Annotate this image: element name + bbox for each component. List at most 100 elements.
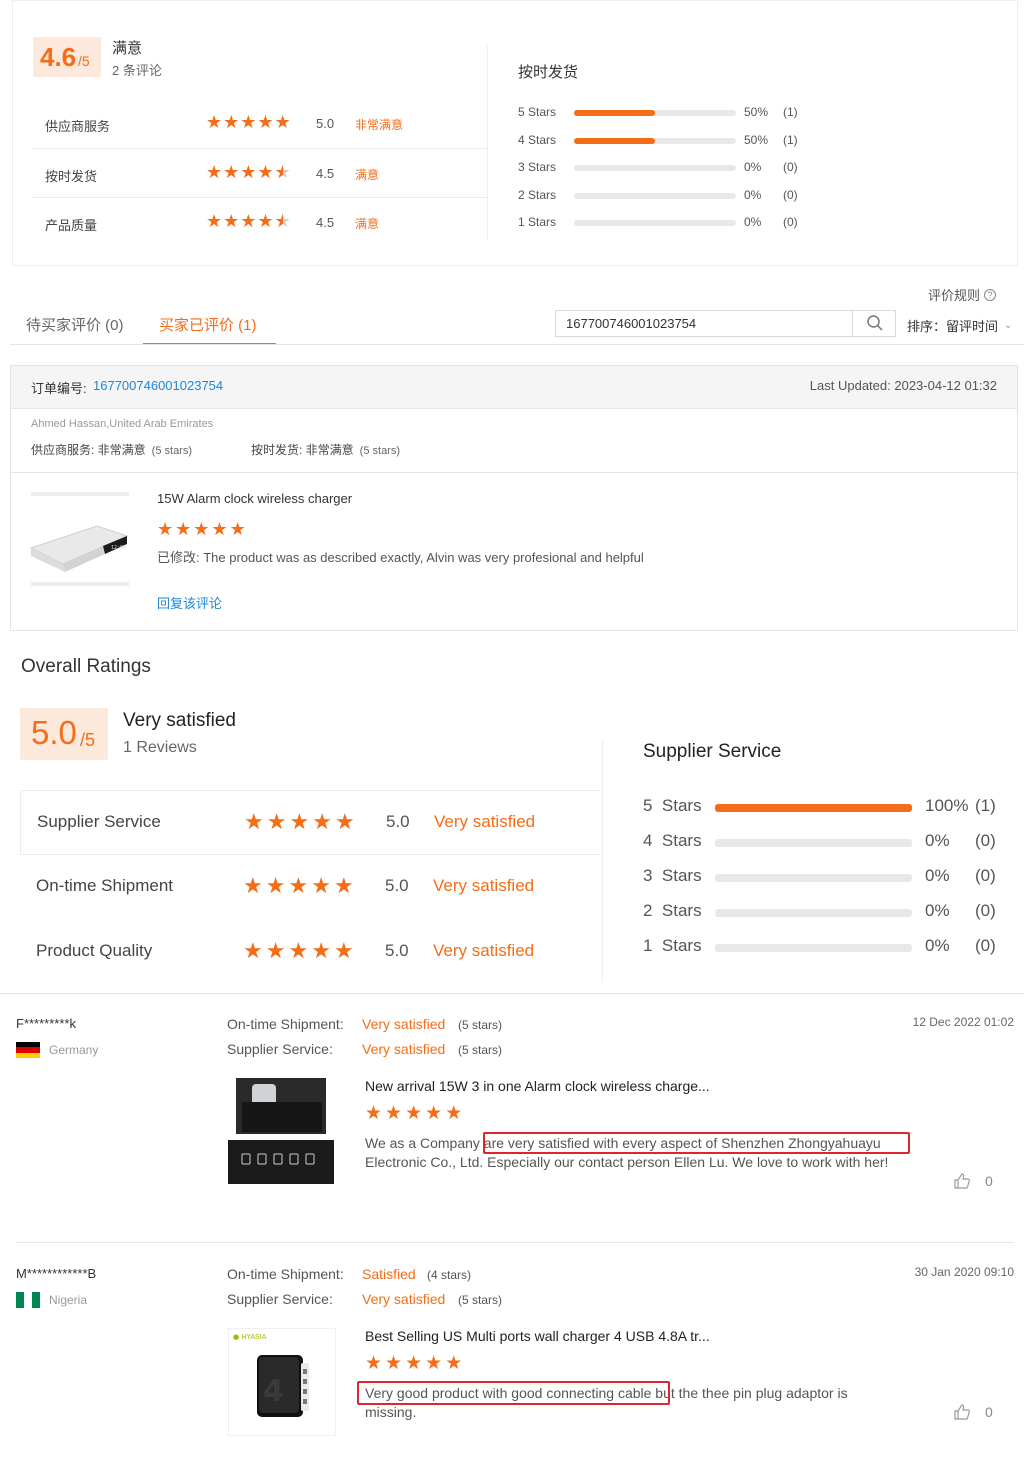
review-text: 已修改: The product was as described exactl… — [157, 550, 644, 565]
distribution-bar — [715, 909, 912, 917]
column-divider — [487, 46, 488, 241]
distribution-count: (1) — [783, 105, 798, 119]
star-icon: ★ — [211, 519, 228, 539]
rating-value: 5.0 — [386, 812, 410, 831]
order-header: 订单编号: 167700746001023754 Last Updated: 2… — [11, 366, 1017, 409]
star-level-label: 5 Stars — [643, 796, 702, 815]
rating-stars: ★ ★ ★ ★ ★ — [206, 163, 291, 181]
sort-dropdown[interactable]: 排序：留评时间 ⌄ — [907, 316, 1012, 335]
distribution-title-en: Supplier Service — [643, 741, 782, 762]
star-icon: ★ — [240, 112, 257, 132]
product-image[interactable] — [228, 1078, 334, 1184]
rating-stars: ★ ★ ★ ★ ★ — [243, 940, 354, 962]
rating-row: 产品质量 ★★★★★ 4.5 满意 — [33, 197, 488, 246]
chevron-down-icon: ⌄ — [1004, 320, 1013, 331]
order-search — [555, 310, 896, 337]
order-search-input[interactable] — [556, 311, 852, 336]
distribution-percent: 0% — [925, 866, 950, 885]
product-title[interactable]: New arrival 15W 3 in one Alarm clock wir… — [365, 1078, 710, 1094]
like-button[interactable]: 0 — [953, 1403, 993, 1421]
like-button[interactable]: 0 — [953, 1172, 993, 1190]
distribution-title: 按时发货 — [518, 64, 579, 81]
product-image[interactable]: 12:00 — [27, 488, 133, 588]
search-button[interactable] — [853, 311, 896, 336]
rating-row: 供应商服务 ★ ★ ★ ★ ★ 5.0 非常满意 — [33, 99, 488, 148]
rating-sentiment: Very satisfied — [433, 876, 535, 895]
distribution-count: (0) — [975, 936, 996, 955]
rating-value: 4.5 — [316, 166, 335, 181]
distribution-percent: 0% — [925, 936, 950, 955]
rating-sentiment: 满意 — [355, 168, 380, 182]
review-date: 12 Dec 2022 01:02 — [912, 1015, 1014, 1029]
order-number-link[interactable]: 167700746001023754 — [93, 378, 223, 393]
star-icon: ★ — [365, 1103, 383, 1124]
star-icon: ★ — [244, 809, 264, 834]
distribution-bar — [715, 804, 912, 812]
star-icon: ★ — [229, 519, 246, 539]
overall-score-badge-en: 5.0 /5 — [20, 708, 108, 760]
star-level-label: 2 Stars — [518, 187, 557, 202]
like-count: 0 — [985, 1404, 993, 1420]
wall-charger-image: ● HYASIA 4 — [233, 1333, 309, 1417]
rating-value: 5.0 — [385, 876, 409, 895]
review-count-en: 1 Reviews — [123, 739, 197, 756]
shipment-text: 按时发货: 非常满意 — [251, 443, 354, 457]
product-title[interactable]: Best Selling US Multi ports wall charger… — [365, 1328, 710, 1344]
tab-pending-reviews[interactable]: 待买家评价 (0) — [26, 314, 124, 335]
star-icon: ★ — [312, 809, 332, 834]
service-stars: (5 stars) — [458, 1043, 503, 1057]
supplier-service-stars: (5 stars) — [151, 445, 193, 457]
distribution-row: 3 Stars 0% (0) — [643, 866, 1013, 901]
star-icon: ★ — [365, 1353, 383, 1374]
star-icon: ★ — [257, 211, 274, 231]
star-icon: ★ — [274, 112, 291, 132]
star-icon: ★ — [206, 211, 223, 231]
rules-link[interactable]: 评价规则 ? — [928, 285, 997, 304]
product-title[interactable]: 15W Alarm clock wireless charger — [157, 491, 352, 506]
overall-sentiment: 满意 — [112, 40, 143, 57]
star-icon: ★ — [265, 938, 286, 963]
distribution-count: (1) — [783, 132, 798, 147]
star-icon: ★ — [240, 211, 257, 231]
product-image[interactable]: ● HYASIA 4 — [228, 1328, 336, 1436]
star-icon: ★ — [405, 1353, 423, 1374]
rating-sentiment: Very satisfied — [433, 941, 535, 960]
overall-ratings-heading: Overall Ratings — [21, 656, 151, 677]
score-suffix: /5 — [78, 53, 90, 69]
rating-row: On-time Shipment ★ ★ ★ ★ ★ 5.0 Very satisfie… — [20, 855, 600, 920]
star-icon: ★ — [385, 1103, 403, 1124]
tab-buyer-reviewed[interactable]: 买家已评价 (1) — [159, 314, 257, 335]
rating-label: 按时发货 — [45, 169, 98, 184]
distribution-count: (0) — [783, 187, 798, 202]
shipment-stars: (4 stars) — [427, 1268, 472, 1282]
star-icon: ★ — [223, 162, 240, 182]
rating-value: 4.5 — [316, 215, 335, 230]
star-icon: ★ — [425, 1353, 443, 1374]
shipment-value: Very satisfied — [362, 1016, 446, 1032]
highlight-annotation — [357, 1381, 670, 1405]
rating-label: 供应商服务 — [45, 119, 111, 134]
star-icon: ★ — [175, 519, 192, 539]
star-icon: ★ — [243, 938, 263, 963]
star-icon: ★ — [445, 1353, 463, 1374]
rating-stars: ★ ★ ★ ★ ★ — [206, 113, 291, 131]
distribution-percent: 0% — [744, 160, 762, 174]
top-rating-summary: 4.6 /5 满意 2 条评论 供应商服务 ★ ★ ★ ★ ★ 5.0 非常满意 按时发… — [12, 0, 1018, 266]
star-icon: ★ — [266, 809, 287, 834]
reviewer-country: Nigeria — [49, 1293, 88, 1307]
rating-sentiment: 满意 — [355, 217, 380, 231]
star-icon: ★ — [311, 873, 331, 898]
distribution-bar — [574, 165, 736, 171]
shipment-stars: (5 stars) — [359, 445, 401, 457]
reply-review-link[interactable]: 回复该评论 — [157, 593, 222, 612]
shipment-stars: (5 stars) — [458, 1018, 503, 1032]
distribution-bar-fill — [574, 137, 655, 144]
highlight-annotation — [483, 1132, 910, 1154]
rating-row: 按时发货 ★★★★★ 4.5 满意 — [33, 148, 488, 197]
star-icon: ★ — [193, 519, 210, 539]
rating-value: 5.0 — [385, 941, 409, 960]
distribution-row: 5 Stars 100% (1) — [643, 796, 1013, 831]
last-updated: Last Updated: 2023-04-12 01:32 — [809, 378, 997, 393]
rating-stars: ★ ★ ★ ★ ★ — [244, 811, 355, 833]
rating-stars: ★ ★ ★ ★ ★ — [206, 212, 291, 230]
